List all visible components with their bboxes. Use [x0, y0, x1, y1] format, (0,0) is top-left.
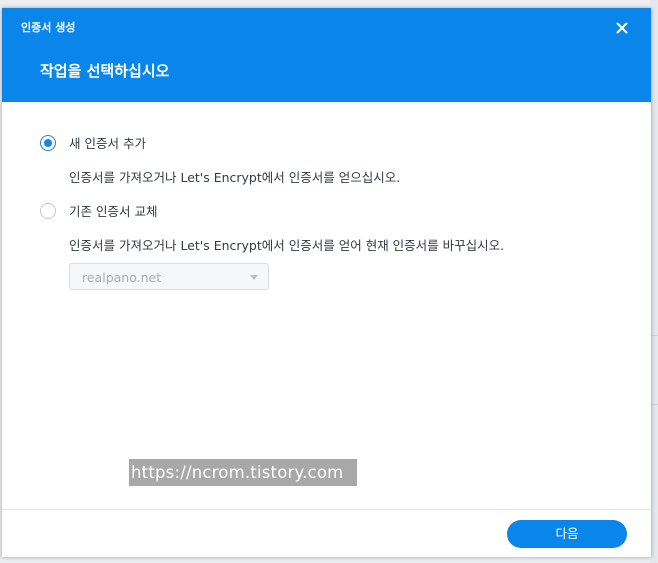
- dialog-header: 인증서 생성 작업을 선택하십시오: [2, 8, 651, 102]
- footer-divider: [2, 509, 651, 510]
- next-button[interactable]: 다음: [507, 520, 627, 548]
- option-description: 인증서를 가져오거나 Let's Encrypt에서 인증서를 얻어 현재 인증…: [69, 238, 505, 253]
- create-certificate-dialog: 인증서 생성 작업을 선택하십시오 새 인증서 추가 인증서를 가져오거나 Le…: [2, 8, 651, 557]
- chevron-down-icon: [250, 275, 258, 280]
- dialog-header-title: 작업을 선택하십시오: [40, 62, 170, 80]
- option-description: 인증서를 가져오거나 Let's Encrypt에서 인증서를 얻으십시오.: [69, 170, 401, 185]
- option-add-new-certificate[interactable]: 새 인증서 추가: [40, 133, 146, 152]
- option-replace-existing-certificate[interactable]: 기존 인증서 교체: [40, 201, 157, 220]
- watermark-url: https://ncrom.tistory.com: [129, 459, 357, 486]
- radio-replace-existing-certificate[interactable]: [40, 202, 56, 219]
- option-label: 기존 인증서 교체: [69, 204, 158, 219]
- dialog-window-title: 인증서 생성: [21, 21, 76, 34]
- certificate-select: realpano.net: [69, 263, 269, 290]
- close-icon: [616, 22, 628, 34]
- close-button[interactable]: [613, 19, 631, 37]
- background-divider: [650, 404, 658, 405]
- background-window-edge: [650, 0, 658, 563]
- radio-add-new-certificate[interactable]: [40, 134, 56, 151]
- certificate-select-value: realpano.net: [82, 270, 162, 285]
- background-divider: [650, 335, 658, 336]
- option-label: 새 인증서 추가: [69, 136, 146, 151]
